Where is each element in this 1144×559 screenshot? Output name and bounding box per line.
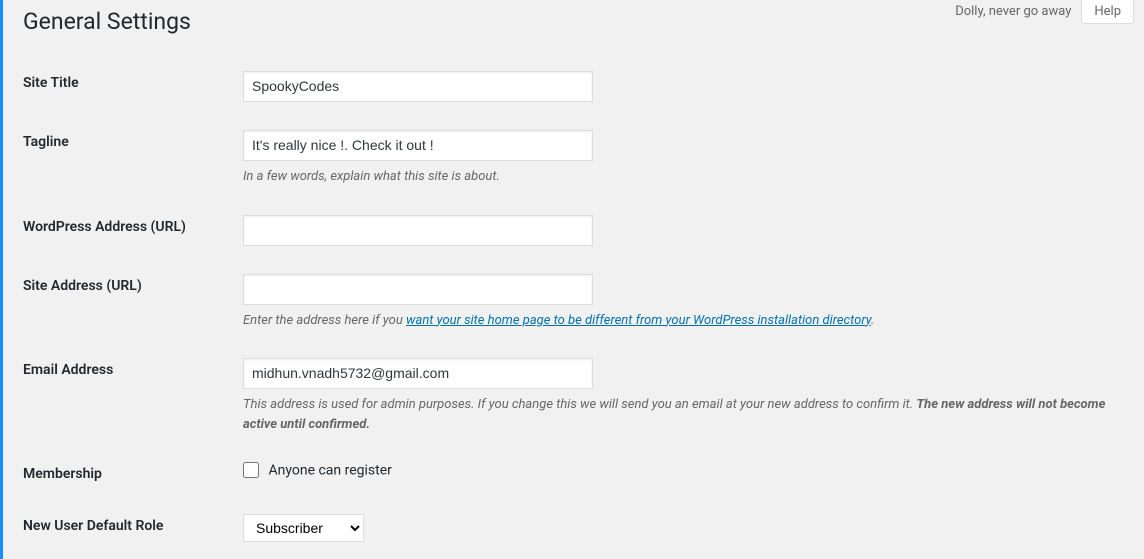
site-url-label: Site Address (URL): [23, 260, 243, 345]
membership-checkbox-label: Anyone can register: [268, 462, 391, 478]
tagline-description: In a few words, explain what this site i…: [243, 167, 1114, 187]
wp-url-input[interactable]: [243, 215, 593, 246]
email-desc-prefix: This address is used for admin purposes.…: [243, 397, 916, 412]
site-url-desc-suffix: .: [871, 313, 874, 328]
default-role-select[interactable]: Subscriber: [243, 514, 364, 542]
membership-label: Membership: [23, 448, 243, 500]
site-title-label: Site Title: [23, 57, 243, 116]
default-role-label: New User Default Role: [23, 500, 243, 556]
wp-url-label: WordPress Address (URL): [23, 201, 243, 260]
membership-checkbox-wrap[interactable]: Anyone can register: [243, 462, 392, 478]
email-label: Email Address: [23, 344, 243, 448]
site-url-input[interactable]: [243, 274, 593, 305]
site-url-desc-prefix: Enter the address here if you: [243, 313, 406, 328]
site-title-input[interactable]: [243, 71, 593, 102]
help-tab[interactable]: Help: [1081, 0, 1134, 24]
site-url-description: Enter the address here if you want your …: [243, 311, 1114, 331]
email-description: This address is used for admin purposes.…: [243, 395, 1114, 434]
site-url-desc-link[interactable]: want your site home page to be different…: [406, 313, 871, 328]
tagline-label: Tagline: [23, 116, 243, 201]
membership-checkbox[interactable]: [243, 462, 259, 478]
hello-dolly-quote: Dolly, never go away: [955, 0, 1071, 19]
email-input[interactable]: [243, 358, 593, 389]
tagline-input[interactable]: [243, 130, 593, 161]
